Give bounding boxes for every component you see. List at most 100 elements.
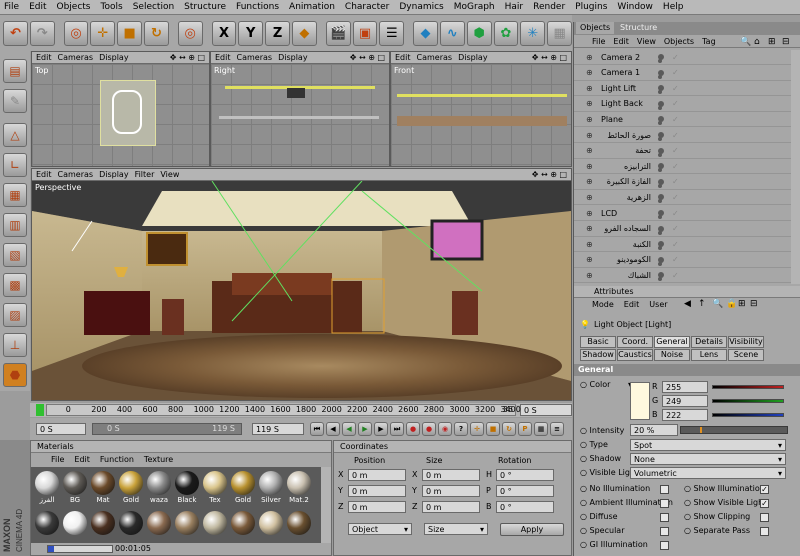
undo-button[interactable]: ↶	[3, 20, 28, 46]
menu-item[interactable]: Character	[345, 2, 389, 12]
render-dot[interactable]	[658, 183, 662, 188]
material-swatch[interactable]	[287, 471, 311, 495]
live-select-icon[interactable]: ◎	[63, 20, 89, 46]
size-field[interactable]: 0 m	[422, 469, 480, 481]
objects-menu-item[interactable]: Objects	[664, 37, 694, 46]
menu-item[interactable]: Functions	[236, 2, 279, 12]
next-key-icon[interactable]: ▶	[374, 422, 388, 436]
move-key-icon[interactable]: ✛	[470, 422, 484, 436]
rgb-b-field[interactable]: 222	[662, 409, 708, 421]
edges-mode-icon[interactable]: ∟	[3, 153, 27, 177]
menu-item[interactable]: Structure	[184, 2, 226, 12]
rgb-g-slider[interactable]	[712, 399, 784, 403]
timeline-menu-icon[interactable]: ≡	[550, 422, 564, 436]
object-row[interactable]: ⊕ الفازة الكبيرة ✓	[574, 175, 791, 190]
go-end-icon[interactable]: ⏭	[390, 422, 404, 436]
enable-check-icon[interactable]: ✓	[672, 84, 679, 93]
checkbox[interactable]	[760, 527, 769, 536]
viewport-menu-item[interactable]: Edit	[215, 53, 231, 62]
object-row[interactable]: ⊕ Camera 2 ✓	[574, 50, 791, 65]
render-dot[interactable]	[658, 105, 662, 110]
polygons-mode-icon[interactable]: ▦	[3, 183, 27, 207]
materials-menu-item[interactable]: Edit	[74, 455, 90, 464]
viewport-menu-item[interactable]: Cameras	[417, 53, 453, 62]
materials-scrollbar[interactable]	[321, 467, 331, 543]
go-start-icon[interactable]: ⏮	[310, 422, 324, 436]
menu-item[interactable]: MoGraph	[454, 2, 495, 12]
objects-scrollbar[interactable]	[791, 50, 800, 284]
x-axis-button[interactable]: X	[211, 20, 237, 46]
texture-mode-icon[interactable]: ▩	[3, 273, 27, 297]
objects-menu-item[interactable]: Edit	[613, 37, 629, 46]
material-swatch[interactable]	[175, 511, 199, 535]
menu-item[interactable]: Edit	[29, 2, 46, 12]
viewport-menu-item[interactable]: Display	[458, 53, 488, 62]
select-icon[interactable]: ◎	[177, 20, 203, 46]
render-dot[interactable]	[658, 230, 662, 235]
back-arrow-icon[interactable]: ◀	[684, 299, 691, 309]
viewport-nav-icon[interactable]: ✥ ↔ ⊕ □	[532, 170, 567, 179]
render-dot[interactable]	[658, 121, 662, 126]
deformer-icon[interactable]: ✳	[520, 20, 546, 46]
material-swatch[interactable]	[175, 471, 199, 495]
attributes-menu-item[interactable]: User	[649, 300, 667, 309]
rgb-g-field[interactable]: 249	[662, 395, 708, 407]
menu-item[interactable]: Animation	[289, 2, 335, 12]
render-dot[interactable]	[658, 168, 662, 173]
enable-check-icon[interactable]: ✓	[672, 255, 679, 264]
tab-structure[interactable]: Structure	[616, 22, 661, 34]
material-swatch[interactable]	[287, 511, 311, 535]
attribute-tab[interactable]: Visibility	[728, 336, 764, 348]
nurbs-icon[interactable]: ⬢	[466, 20, 492, 46]
attribute-tab[interactable]: Lens	[691, 349, 727, 361]
material-swatch[interactable]	[259, 471, 283, 495]
viewport-menu-item[interactable]: Cameras	[58, 53, 94, 62]
menu-item[interactable]: Selection	[133, 2, 174, 12]
viewport-menu-item[interactable]: Display	[99, 170, 129, 179]
paint-icon[interactable]: ✎	[3, 89, 27, 113]
play-icon[interactable]: ▶	[358, 422, 372, 436]
range-slider[interactable]: 0 S 119 S	[92, 423, 242, 435]
rgb-r-slider[interactable]	[712, 385, 784, 389]
checkbox[interactable]: ✓	[760, 485, 769, 494]
shadow-dropdown[interactable]: None ▾	[630, 453, 786, 465]
timeline-playhead[interactable]	[36, 404, 44, 416]
material-swatch[interactable]	[231, 511, 255, 535]
enable-check-icon[interactable]: ✓	[672, 99, 679, 108]
points-mode-icon[interactable]: △	[3, 123, 27, 147]
viewport-nav-icon[interactable]: ✥ ↔ ⊕ □	[170, 53, 205, 62]
material-swatch[interactable]	[91, 471, 115, 495]
checkbox[interactable]	[660, 485, 669, 494]
render-dot[interactable]	[658, 137, 662, 141]
object-row[interactable]: ⊕ الزهرية ✓	[574, 190, 791, 206]
intensity-slider[interactable]	[680, 426, 788, 434]
color-swatch[interactable]	[630, 382, 650, 420]
new-window-icon[interactable]: ⊞	[768, 37, 776, 47]
keyframe-sel-icon[interactable]: ?	[454, 422, 468, 436]
coordinate-mode-dropdown[interactable]: Object ▾	[348, 523, 412, 535]
render-dot[interactable]	[658, 277, 662, 282]
objects-menu-item[interactable]: Tag	[702, 37, 716, 46]
param-key-icon[interactable]: P	[518, 422, 532, 436]
position-field[interactable]: 0 m	[348, 501, 406, 513]
object-row[interactable]: ⊕ Light Back ✓	[574, 97, 791, 112]
render-dot[interactable]	[658, 215, 662, 219]
object-row[interactable]: ⊕ Camera 1 ✓	[574, 66, 791, 81]
viewport-menu-item[interactable]: Display	[278, 53, 308, 62]
object-row[interactable]: ⊕ صورة الحائط ✓	[574, 128, 791, 143]
rotation-field[interactable]: 0 °	[496, 501, 554, 513]
z-axis-button[interactable]: Z	[265, 20, 290, 46]
attributes-menu-item[interactable]: Mode	[592, 300, 614, 309]
rotation-field[interactable]: 0 °	[496, 469, 554, 481]
rotate-tool-icon[interactable]: ↻	[144, 20, 169, 46]
material-swatch[interactable]	[231, 471, 255, 495]
render-dot[interactable]	[658, 90, 662, 95]
position-field[interactable]: 0 m	[348, 469, 406, 481]
new-window-icon[interactable]: ⊞	[738, 299, 746, 309]
render-view-icon[interactable]: 🎬	[325, 20, 351, 46]
menu-item[interactable]: Render	[533, 2, 565, 12]
position-field[interactable]: 0 m	[348, 485, 406, 497]
viewport-menu-item[interactable]: View	[160, 170, 179, 179]
viewport-layout-icon[interactable]: ▤	[3, 59, 27, 83]
scale-key-icon[interactable]: ■	[486, 422, 500, 436]
